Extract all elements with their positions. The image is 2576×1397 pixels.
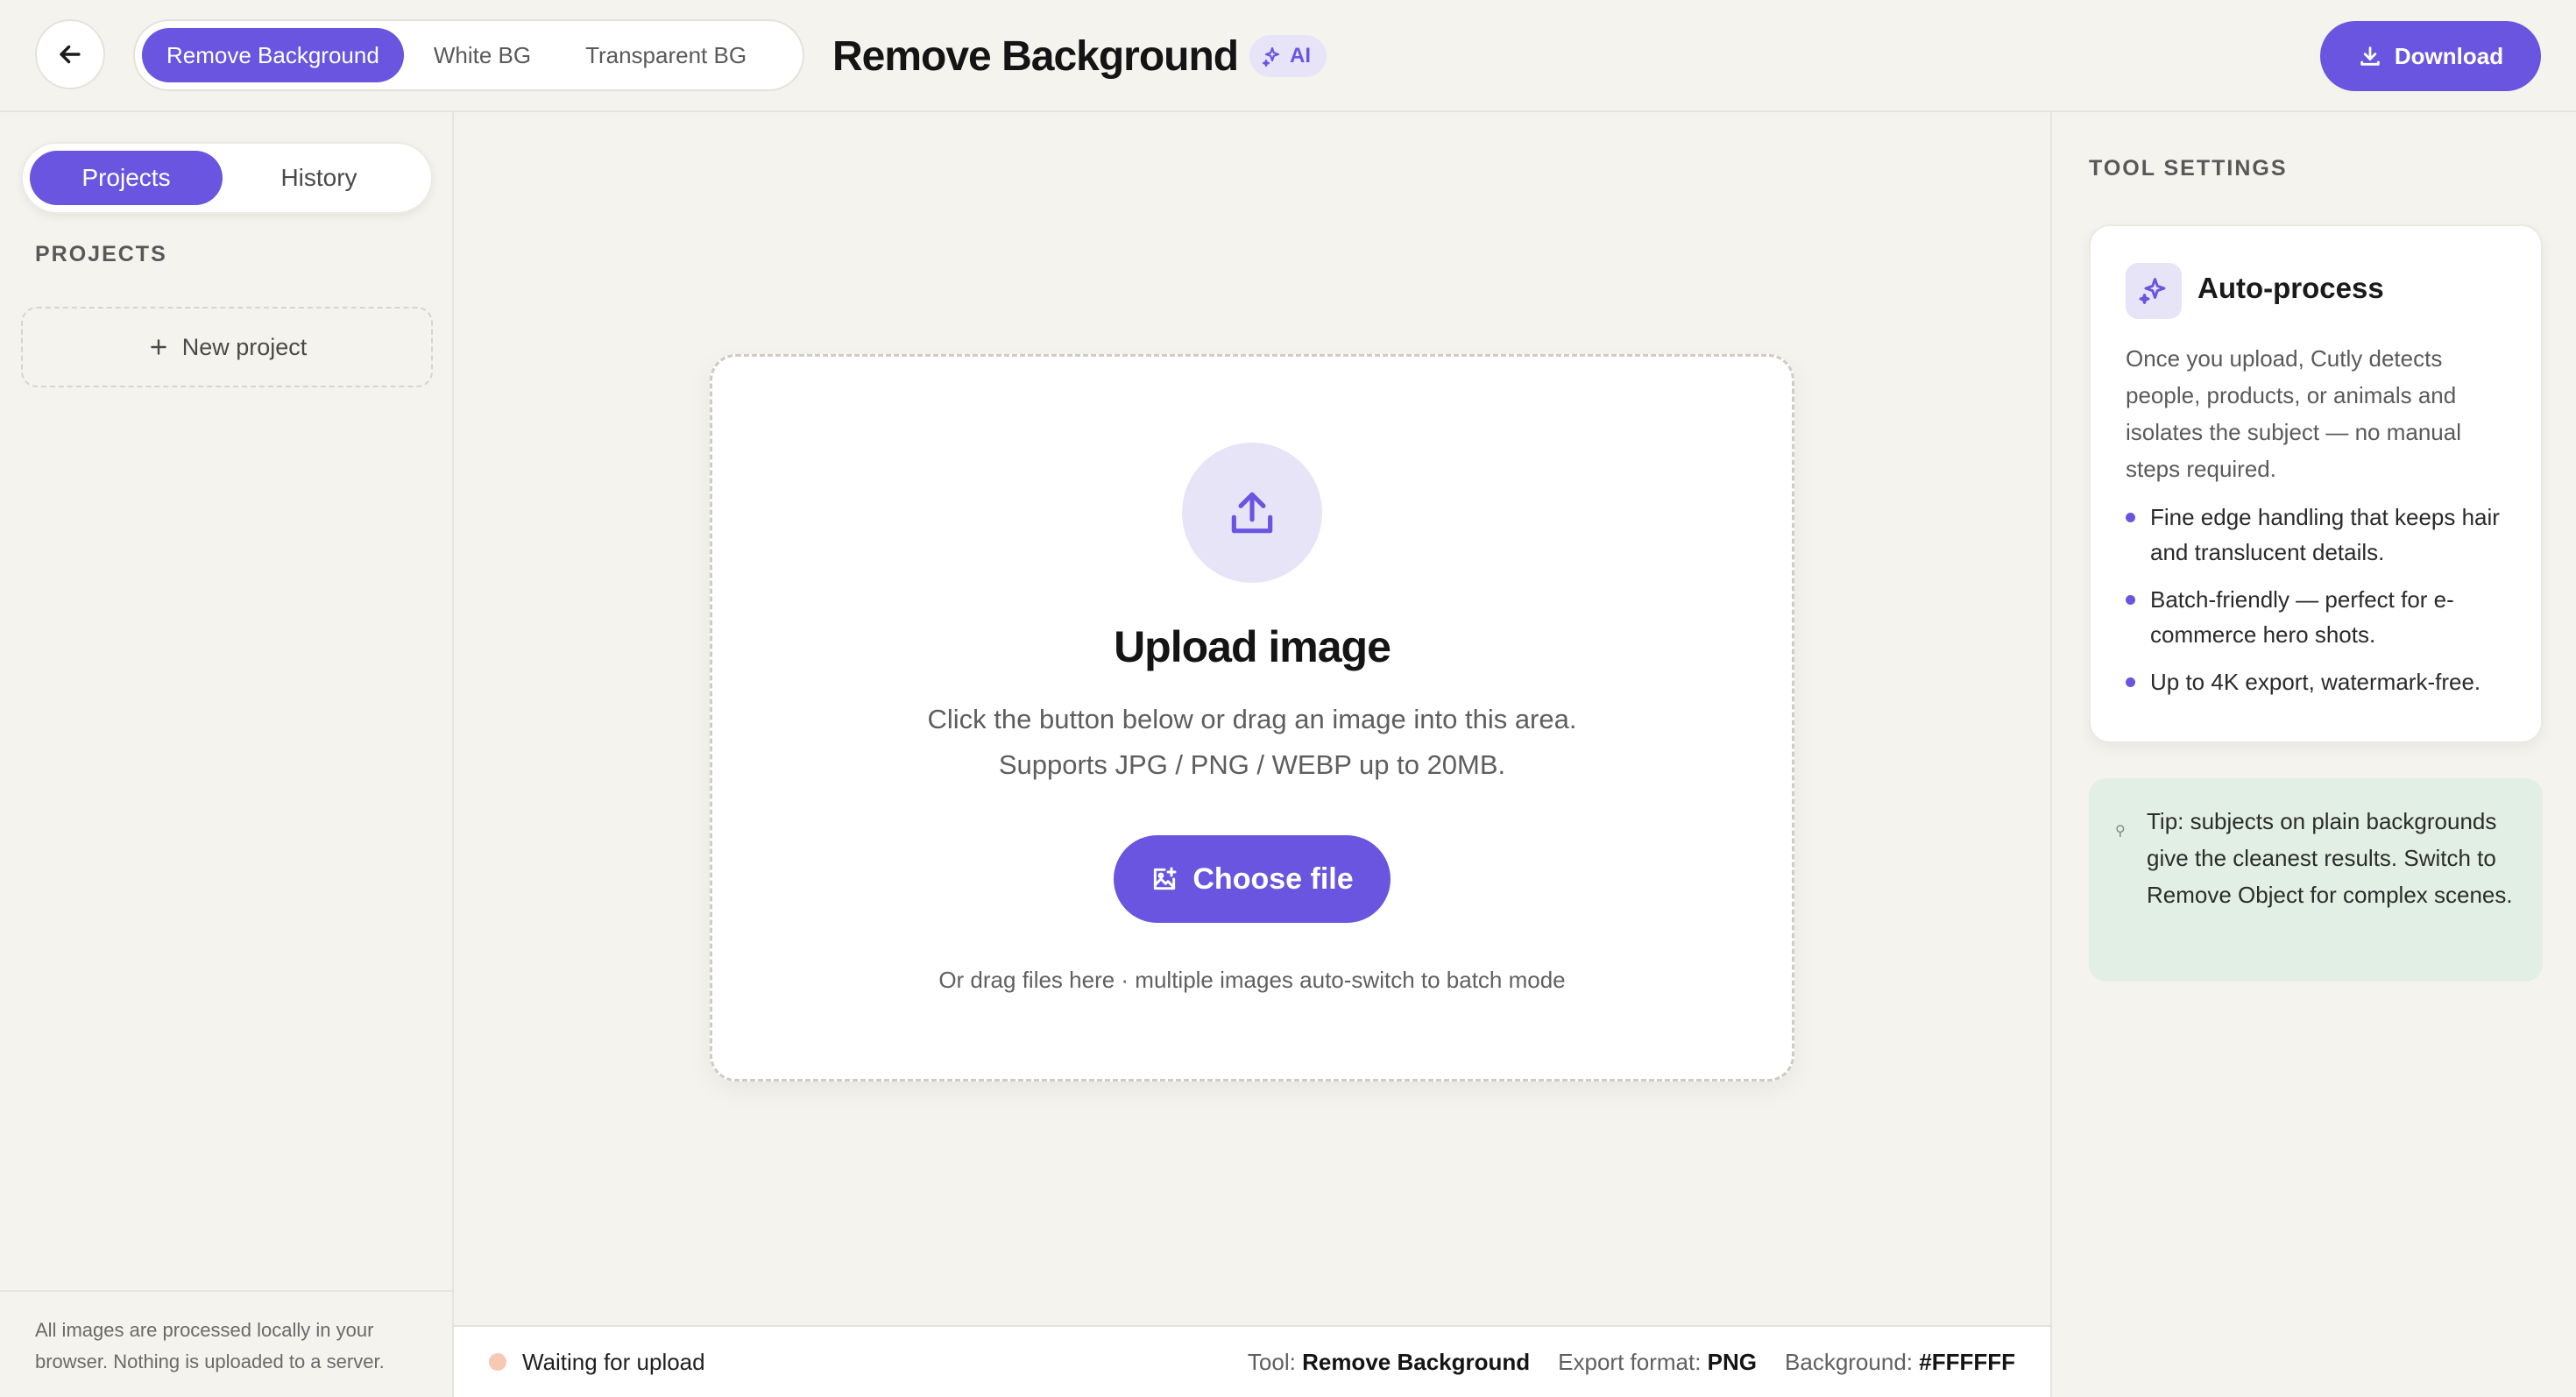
- auto-process-icon-box: [2126, 263, 2182, 319]
- bullet-dot: [2126, 513, 2135, 522]
- feature-text: Batch-friendly — perfect for e-commerce …: [2150, 586, 2454, 648]
- page-title: Remove Background: [832, 33, 1239, 80]
- tip-text: Tip: subjects on plain backgrounds give …: [2147, 808, 2513, 908]
- new-project-label: New project: [181, 333, 308, 360]
- status-background: Background: #FFFFFF: [1785, 1349, 2015, 1376]
- upload-drop-zone[interactable]: Upload image Click the button below or d…: [710, 354, 1794, 1081]
- back-arrow-icon: [60, 45, 81, 64]
- new-project-button[interactable]: New project: [21, 307, 433, 387]
- sparkle-icon: [2139, 278, 2166, 304]
- projects-section-label: PROJECTS: [35, 242, 167, 266]
- status-indicator: [489, 1353, 506, 1371]
- auto-process-card: Auto-process Once you upload, Cutly dete…: [2089, 224, 2543, 743]
- top-bar: Remove Background White BG Transparent B…: [0, 0, 2576, 112]
- choose-file-label: Choose file: [1192, 862, 1354, 896]
- status-format: Export format: PNG: [1558, 1349, 1757, 1376]
- status-bg-value: #FFFFFF: [1919, 1348, 2015, 1375]
- bullet-dot: [2126, 595, 2135, 605]
- list-item: Batch-friendly — perfect for e-commerce …: [2126, 582, 2520, 652]
- choose-file-button[interactable]: Choose file: [1114, 835, 1391, 923]
- card-title: Auto-process: [2197, 272, 2384, 304]
- upload-icon-circle: [1182, 443, 1322, 583]
- upload-title: Upload image: [1114, 622, 1391, 671]
- status-tool-label: Tool:: [1247, 1348, 1296, 1375]
- status-details: Tool: Remove Background Export format: P…: [1248, 1349, 2015, 1376]
- status-tool: Tool: Remove Background: [1248, 1349, 1530, 1376]
- status-tool-value: Remove Background: [1302, 1348, 1531, 1375]
- plus-icon: [150, 339, 166, 355]
- download-label: Download: [2394, 42, 2504, 69]
- image-add-icon: [1154, 867, 1177, 890]
- tip-box: ⚲ Tip: subjects on plain backgrounds giv…: [2089, 778, 2543, 982]
- ai-badge: AI: [1249, 35, 1327, 77]
- sidebar-tabs: Projects History: [21, 142, 433, 214]
- lightbulb-icon: ⚲: [2115, 824, 2126, 839]
- status-text: Waiting for upload: [522, 1348, 705, 1375]
- card-description: Once you upload, Cutly detects people, p…: [2126, 345, 2461, 482]
- tab-history[interactable]: History: [223, 151, 415, 205]
- status-bar: Waiting for upload Tool: Remove Backgrou…: [454, 1325, 2050, 1397]
- tab-white-bg[interactable]: White BG: [409, 28, 556, 82]
- status-bg-label: Background:: [1785, 1348, 1913, 1375]
- ai-badge-label: AI: [1290, 44, 1311, 67]
- privacy-note: All images are processed locally in your…: [0, 1290, 452, 1397]
- feature-list: Fine edge handling that keeps hair and t…: [2126, 500, 2520, 712]
- tab-projects[interactable]: Projects: [30, 151, 223, 205]
- status-format-label: Export format:: [1558, 1348, 1702, 1375]
- tab-remove-background[interactable]: Remove Background: [142, 28, 404, 82]
- feature-text: Fine edge handling that keeps hair and t…: [2150, 504, 2500, 565]
- status-format-value: PNG: [1707, 1348, 1758, 1375]
- upload-icon: [1231, 492, 1273, 534]
- download-icon: [2360, 46, 2380, 66]
- sparkle-icon: [1262, 46, 1280, 67]
- list-item: Up to 4K export, watermark-free.: [2126, 664, 2520, 699]
- back-button[interactable]: [35, 19, 105, 89]
- list-item: Fine edge handling that keeps hair and t…: [2126, 500, 2520, 570]
- tool-settings-panel: TOOL SETTINGS Auto-process Once you uplo…: [2050, 112, 2576, 1397]
- drag-hint: Or drag files here · multiple images aut…: [938, 967, 1566, 993]
- mode-tabs: Remove Background White BG Transparent B…: [133, 19, 804, 91]
- sidebar: Projects History PROJECTS New project Al…: [0, 112, 454, 1397]
- upload-description: Click the button below or drag an image …: [927, 704, 1577, 780]
- download-button[interactable]: Download: [2320, 21, 2541, 91]
- tool-settings-label: TOOL SETTINGS: [2089, 156, 2288, 181]
- tab-transparent-bg[interactable]: Transparent BG: [561, 28, 771, 82]
- bullet-dot: [2126, 677, 2135, 687]
- feature-text: Up to 4K export, watermark-free.: [2150, 669, 2481, 695]
- main-canvas: Upload image Click the button below or d…: [454, 112, 2050, 1397]
